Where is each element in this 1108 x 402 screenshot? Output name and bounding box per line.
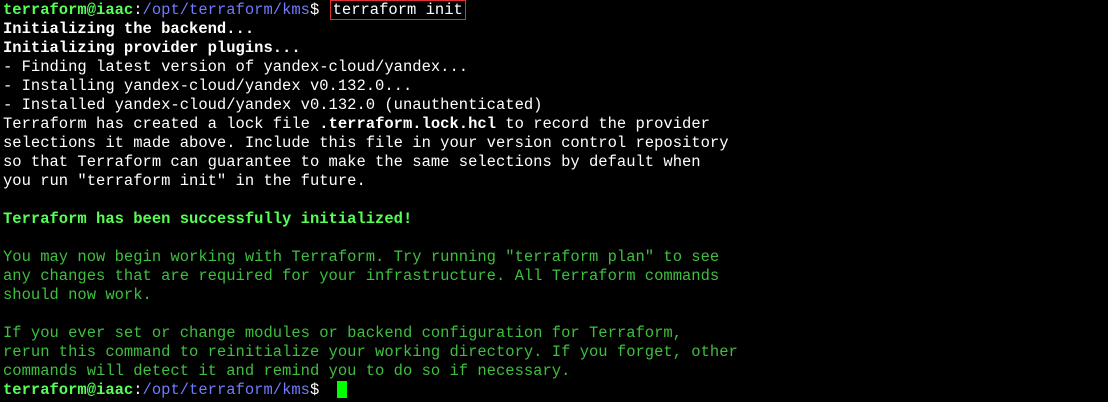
prompt-separator: :	[133, 381, 143, 399]
terminal-window[interactable]: terraform@iaac:/opt/terraform/kms$ terra…	[0, 0, 1108, 402]
prompt-path: /opt/terraform/kms	[142, 381, 310, 399]
terminal-cursor[interactable]	[336, 381, 347, 399]
output-begin-line-2: any changes that are required for your i…	[3, 267, 720, 285]
prompt-user: terraform@iaac	[3, 381, 134, 399]
prompt-symbol: $	[309, 1, 329, 19]
output-init-backend: Initializing the backend...	[3, 20, 255, 38]
output-begin-line-3: should now work.	[3, 286, 152, 304]
output-modules-line-2: rerun this command to reinitialize your …	[3, 343, 738, 361]
prompt-path: /opt/terraform/kms	[142, 1, 310, 19]
output-modules-line-3: commands will detect it and remind you t…	[3, 362, 571, 380]
output-finding-provider: - Finding latest version of yandex-cloud…	[3, 58, 469, 76]
output-installing-provider: - Installing yandex-cloud/yandex v0.132.…	[3, 77, 413, 95]
lock-text-post: to record the provider	[496, 115, 710, 133]
output-init-plugins: Initializing provider plugins...	[3, 39, 301, 57]
output-lock-line-2: selections it made above. Include this f…	[3, 134, 729, 152]
output-lock-line-1: Terraform has created a lock file .terra…	[3, 115, 1108, 134]
entered-command-highlighted: terraform init	[329, 0, 466, 20]
prompt-symbol: $	[309, 381, 329, 399]
output-lock-line-3: so that Terraform can guarantee to make …	[3, 153, 701, 171]
prompt-line-command: terraform@iaac:/opt/terraform/kms$ terra…	[3, 0, 1108, 20]
output-lock-line-4: you run "terraform init" in the future.	[3, 172, 366, 190]
lock-file-name: .terraform.lock.hcl	[319, 115, 496, 133]
prompt-user: terraform@iaac	[3, 1, 134, 19]
lock-text-pre: Terraform has created a lock file	[3, 115, 320, 133]
prompt-separator: :	[133, 1, 143, 19]
output-installed-provider: - Installed yandex-cloud/yandex v0.132.0…	[3, 96, 543, 114]
output-success-message: Terraform has been successfully initiali…	[3, 210, 413, 228]
output-modules-line-1: If you ever set or change modules or bac…	[3, 324, 683, 342]
prompt-line-active[interactable]: terraform@iaac:/opt/terraform/kms$	[3, 381, 1108, 400]
output-begin-line-1: You may now begin working with Terraform…	[3, 248, 720, 266]
